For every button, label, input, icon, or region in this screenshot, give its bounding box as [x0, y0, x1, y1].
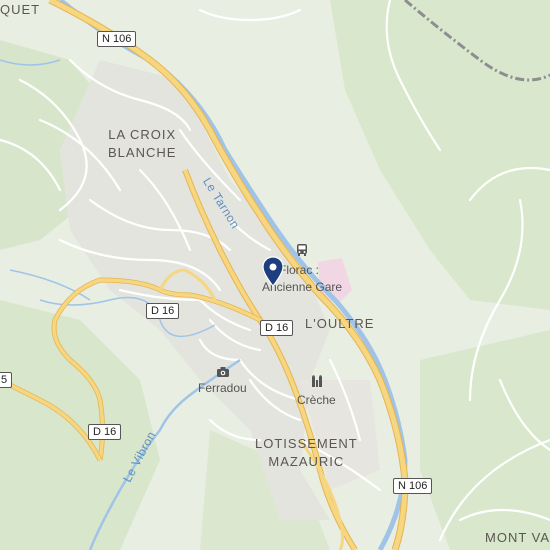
area-label-mont-va: MONT VA [485, 530, 550, 545]
map-pin-icon[interactable] [262, 256, 284, 288]
poi-label-line: Florac : [279, 263, 320, 277]
road-shield-d16[interactable]: D 16 [146, 303, 180, 319]
poi-label-ferradou[interactable]: Ferradou [198, 381, 247, 395]
school-icon[interactable] [310, 375, 324, 389]
map-view[interactable]: LA CROIX BLANCHE L'OULTRE LOTISSEMENT MA… [0, 0, 550, 550]
area-label-line: MAZAURIC [268, 454, 345, 469]
area-label-quet: QUET [0, 2, 41, 17]
area-label-la-croix-blanche: LA CROIX BLANCHE [108, 126, 176, 162]
forest-area [0, 300, 160, 550]
road-shield-d16[interactable]: D 16 [88, 424, 122, 440]
road-shield-d16[interactable]: D 16 [260, 320, 294, 336]
area-label-line: BLANCHE [108, 145, 177, 160]
road-shield-n106[interactable]: N 106 [97, 31, 137, 47]
poi-label-station[interactable]: Florac : [279, 262, 319, 279]
camera-icon[interactable] [216, 366, 230, 378]
road-shield-d16-edge[interactable]: 5 [0, 372, 13, 388]
forest-area [420, 330, 550, 550]
road-shield-n106[interactable]: N 106 [393, 478, 433, 494]
poi-label-creche[interactable]: Crèche [297, 393, 336, 407]
area-label-line: LA CROIX [108, 127, 177, 142]
area-label-line: LOTISSEMENT [255, 436, 358, 451]
area-label-lotissement-mazauric: LOTISSEMENT MAZAURIC [255, 435, 358, 471]
stream [9, 269, 91, 301]
bus-icon[interactable] [295, 243, 309, 257]
area-label-loultre: L'OULTRE [305, 316, 375, 331]
